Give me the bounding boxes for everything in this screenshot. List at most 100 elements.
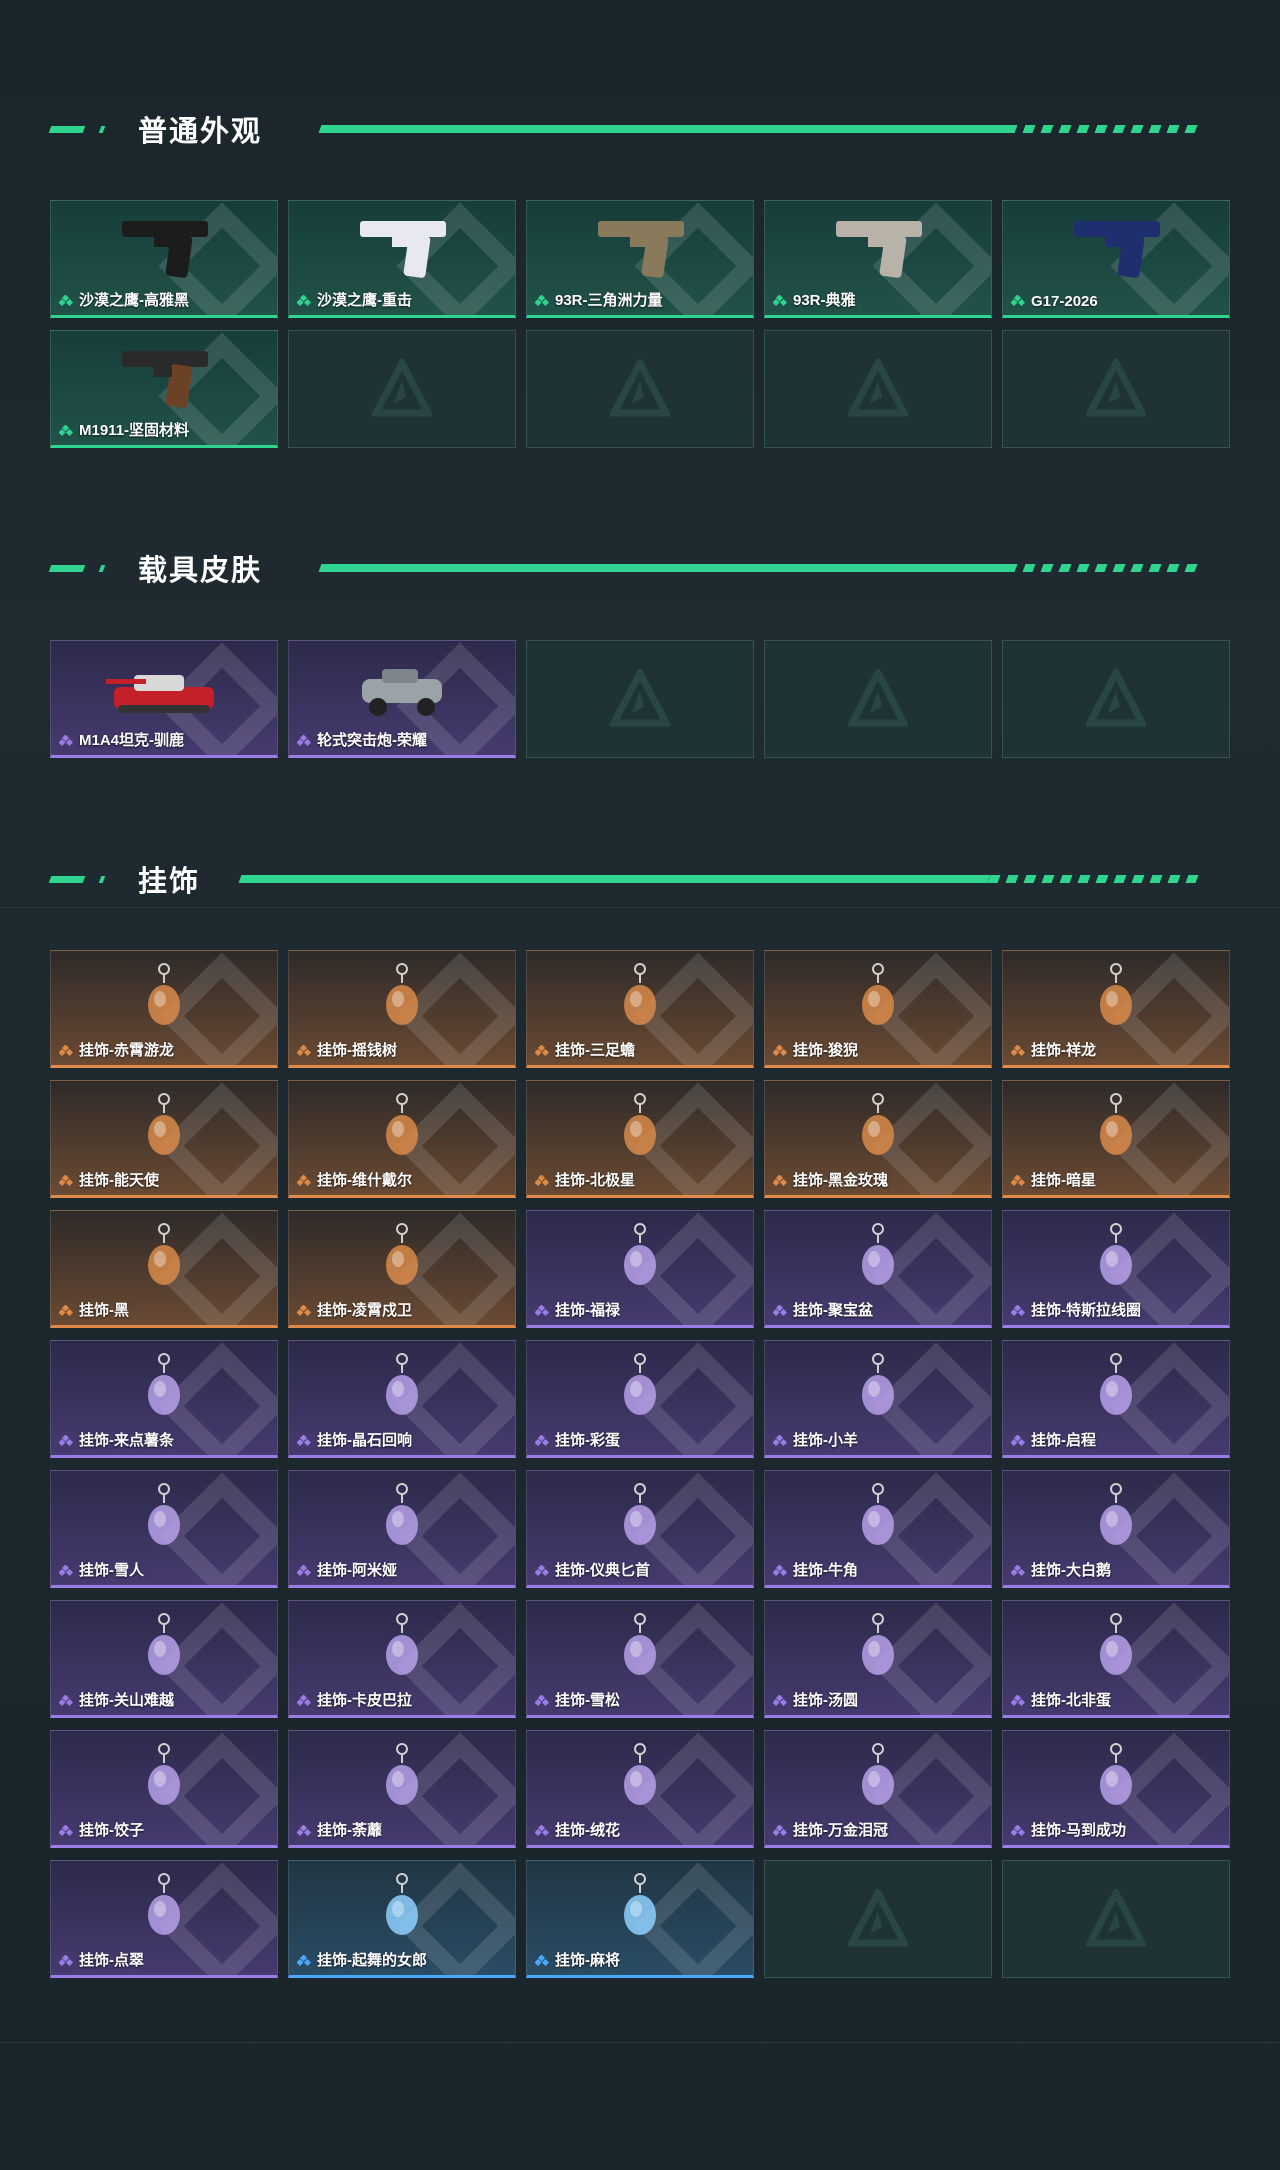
- header-line: [238, 875, 1202, 883]
- charm-card[interactable]: 挂饰-维什戴尔: [288, 1080, 516, 1198]
- rarity-diamond-icon: [535, 1435, 549, 1447]
- item-label: 挂饰-彩蛋: [555, 1432, 620, 1449]
- tag-charm-icon: [148, 1093, 180, 1155]
- empty-slot: [1002, 330, 1230, 448]
- item-label: 挂饰-来点薯条: [79, 1432, 174, 1449]
- rarity-diamond-icon: [59, 1955, 73, 1967]
- header-accent-bar: [98, 565, 106, 572]
- weapon-skin-card[interactable]: M1911-坚固材料: [50, 330, 278, 448]
- dagger-charm-icon: [624, 1483, 656, 1545]
- charm-card[interactable]: 挂饰-三足蟾: [526, 950, 754, 1068]
- rarity-diamond-icon: [297, 1825, 311, 1837]
- charm-card[interactable]: 挂饰-万金泪冠: [764, 1730, 992, 1848]
- rarity-diamond-icon: [1011, 1565, 1025, 1577]
- item-label: 挂饰-摇钱树: [317, 1042, 397, 1059]
- vehicle-skin-card[interactable]: M1A4坦克-驯鹿: [50, 640, 278, 758]
- item-label: 93R-三角洲力量: [555, 292, 663, 309]
- pistol-navy-icon: [1074, 221, 1160, 278]
- charm-card[interactable]: 挂饰-能天使: [50, 1080, 278, 1198]
- rarity-diamond-icon: [535, 1565, 549, 1577]
- weapon-skin-card[interactable]: G17-2026: [1002, 200, 1230, 318]
- charm-card[interactable]: 挂饰-晶石回响: [288, 1340, 516, 1458]
- ring-charm-icon: [1100, 1353, 1132, 1415]
- weapon-skin-card[interactable]: 沙漠之鹰-重击: [288, 200, 516, 318]
- header-line: [318, 125, 1202, 133]
- charm-card[interactable]: 挂饰-启程: [1002, 1340, 1230, 1458]
- rarity-diamond-icon: [1011, 1305, 1025, 1317]
- rarity-diamond-icon: [1011, 1695, 1025, 1707]
- rarity-diamond-icon: [297, 735, 311, 747]
- charm-card[interactable]: 挂饰-绒花: [526, 1730, 754, 1848]
- tag-charm-icon: [148, 1223, 180, 1285]
- rarity-diamond-icon: [297, 1045, 311, 1057]
- background-divider: [0, 907, 1280, 908]
- rarity-diamond-icon: [59, 1045, 73, 1057]
- weapon-skin-card[interactable]: 沙漠之鹰-高雅黑: [50, 200, 278, 318]
- snowman-charm-icon: [148, 1483, 180, 1545]
- weapon-skin-card[interactable]: 93R-三角洲力量: [526, 200, 754, 318]
- charm-card[interactable]: 挂饰-福禄: [526, 1210, 754, 1328]
- charm-card[interactable]: 挂饰-荼蘼: [288, 1730, 516, 1848]
- item-label: 挂饰-汤圆: [793, 1692, 858, 1709]
- rarity-diamond-icon: [59, 1305, 73, 1317]
- charm-card[interactable]: 挂饰-牛角: [764, 1470, 992, 1588]
- horn-charm-icon: [862, 1483, 894, 1545]
- charm-card[interactable]: 挂饰-黑金玫瑰: [764, 1080, 992, 1198]
- charm-card[interactable]: 挂饰-小羊: [764, 1340, 992, 1458]
- item-label: M1911-坚固材料: [79, 422, 190, 439]
- item-label: 挂饰-小羊: [793, 1432, 858, 1449]
- mahjong-charm-icon: [624, 1873, 656, 1935]
- item-label: 挂饰-北非蛋: [1031, 1692, 1111, 1709]
- charm-card[interactable]: 挂饰-关山难越: [50, 1600, 278, 1718]
- rarity-diamond-icon: [59, 425, 73, 437]
- item-label: 轮式突击炮-荣耀: [317, 732, 427, 749]
- charm-card[interactable]: 挂饰-赤霄游龙: [50, 950, 278, 1068]
- charm-card[interactable]: 挂饰-仪典匕首: [526, 1470, 754, 1588]
- charm-card[interactable]: 挂饰-卡皮巴拉: [288, 1600, 516, 1718]
- charm-card[interactable]: 挂饰-起舞的女郎: [288, 1860, 516, 1978]
- charm-card[interactable]: 挂饰-北极星: [526, 1080, 754, 1198]
- charm-card[interactable]: 挂饰-凌霄戍卫: [288, 1210, 516, 1328]
- rarity-diamond-icon: [535, 1695, 549, 1707]
- charm-card[interactable]: 挂饰-大白鹅: [1002, 1470, 1230, 1588]
- charm-card[interactable]: 挂饰-饺子: [50, 1730, 278, 1848]
- delta-logo-icon: [848, 669, 908, 727]
- rarity-diamond-icon: [297, 1695, 311, 1707]
- charms-grid: 挂饰-赤霄游龙 挂饰-摇钱树 挂饰-三足蟾 挂饰-狻猊 挂饰-祥龙 挂饰-能天使: [50, 950, 1230, 1978]
- charm-card[interactable]: 挂饰-马到成功: [1002, 1730, 1230, 1848]
- delta-logo-icon: [848, 1889, 908, 1947]
- empty-slot: [288, 330, 516, 448]
- rarity-diamond-icon: [59, 295, 73, 307]
- charm-card[interactable]: 挂饰-暗星: [1002, 1080, 1230, 1198]
- crown-charm-icon: [862, 1743, 894, 1805]
- charm-card[interactable]: 挂饰-狻猊: [764, 950, 992, 1068]
- charm-card[interactable]: 挂饰-汤圆: [764, 1600, 992, 1718]
- charm-card[interactable]: 挂饰-阿米娅: [288, 1470, 516, 1588]
- bowl-charm-icon: [862, 1613, 894, 1675]
- charm-card[interactable]: 挂饰-彩蛋: [526, 1340, 754, 1458]
- empty-slot: [526, 330, 754, 448]
- charm-card[interactable]: 挂饰-北非蛋: [1002, 1600, 1230, 1718]
- bird-charm-icon: [1100, 1093, 1132, 1155]
- charm-card[interactable]: 挂饰-点翠: [50, 1860, 278, 1978]
- flower-charm-icon: [386, 1743, 418, 1805]
- rarity-diamond-icon: [773, 1565, 787, 1577]
- item-label: 挂饰-暗星: [1031, 1172, 1096, 1189]
- charm-card[interactable]: 挂饰-特斯拉线圈: [1002, 1210, 1230, 1328]
- rarity-diamond-icon: [59, 1565, 73, 1577]
- charm-card[interactable]: 挂饰-雪松: [526, 1600, 754, 1718]
- charm-card[interactable]: 挂饰-摇钱树: [288, 950, 516, 1068]
- charm-card[interactable]: 挂饰-祥龙: [1002, 950, 1230, 1068]
- delta-logo-icon: [610, 669, 670, 727]
- charm-card[interactable]: 挂饰-聚宝盆: [764, 1210, 992, 1328]
- charm-card[interactable]: 挂饰-雪人: [50, 1470, 278, 1588]
- item-label: 挂饰-绒花: [555, 1822, 620, 1839]
- weapon-skin-card[interactable]: 93R-典雅: [764, 200, 992, 318]
- charm-card[interactable]: 挂饰-来点薯条: [50, 1340, 278, 1458]
- charm-card[interactable]: 挂饰-麻将: [526, 1860, 754, 1978]
- vehicle-skin-card[interactable]: 轮式突击炮-荣耀: [288, 640, 516, 758]
- charm-card[interactable]: 挂饰-黑: [50, 1210, 278, 1328]
- item-label: 挂饰-雪松: [555, 1692, 620, 1709]
- item-label: 挂饰-大白鹅: [1031, 1562, 1111, 1579]
- item-label: 93R-典雅: [793, 292, 856, 309]
